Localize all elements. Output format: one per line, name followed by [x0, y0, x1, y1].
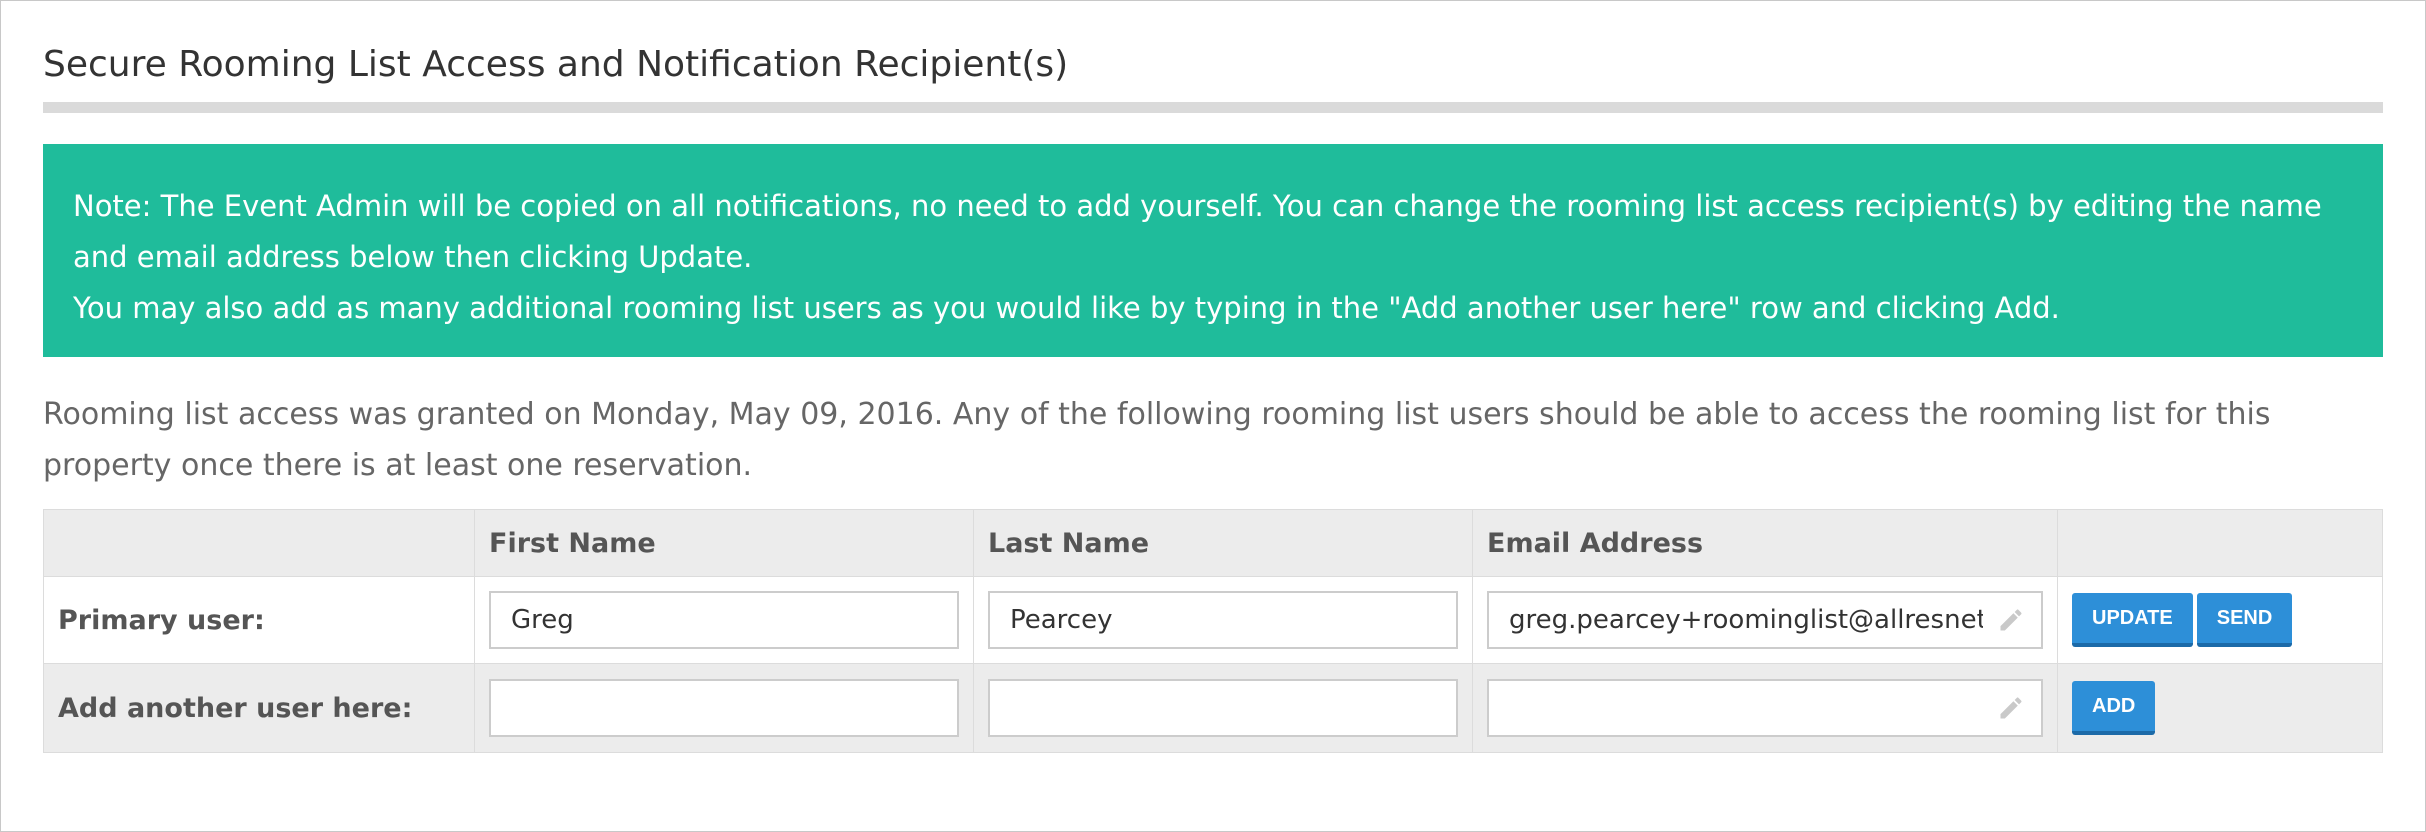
header-email-address: Email Address	[1472, 509, 2058, 577]
add-last-name-input[interactable]	[988, 679, 1458, 737]
header-actions	[2057, 509, 2383, 577]
note-line-1: Note: The Event Admin will be copied on …	[73, 189, 2322, 274]
table-header-row: First Name Last Name Email Address	[43, 509, 2383, 577]
section-title: Secure Rooming List Access and Notificat…	[43, 44, 1069, 85]
primary-email-cell	[1472, 576, 2058, 664]
add-last-name-cell	[973, 663, 1473, 753]
send-button[interactable]: SEND	[2196, 593, 2293, 647]
access-info-text: Rooming list access was granted on Monda…	[43, 397, 2271, 483]
update-button[interactable]: UPDATE	[2072, 593, 2193, 647]
add-email-input[interactable]	[1487, 679, 2043, 737]
primary-last-name-input[interactable]	[988, 591, 1458, 649]
note-banner: Note: The Event Admin will be copied on …	[43, 144, 2383, 357]
header-last-name: Last Name	[973, 509, 1473, 577]
header-label-column	[43, 509, 475, 577]
primary-email-wrapper	[1487, 591, 2043, 649]
add-actions-cell: ADD	[2057, 663, 2383, 753]
add-button[interactable]: ADD	[2072, 681, 2156, 735]
note-line-2: You may also add as many additional room…	[73, 291, 2060, 325]
users-table: First Name Last Name Email Address Prima…	[43, 509, 2383, 753]
add-email-wrapper	[1487, 679, 2043, 737]
add-user-label: Add another user here:	[43, 663, 475, 753]
primary-actions-cell: UPDATE SEND	[2057, 576, 2383, 664]
primary-first-name-input[interactable]	[489, 591, 959, 649]
table-row-primary-user: Primary user: UPDATESEND	[43, 576, 2383, 664]
primary-last-name-cell	[973, 576, 1473, 664]
primary-first-name-cell	[474, 576, 974, 664]
add-first-name-input[interactable]	[489, 679, 959, 737]
title-divider	[43, 102, 2383, 113]
primary-user-label: Primary user:	[43, 576, 475, 664]
table-row-add-user: Add another user here: ADD	[43, 663, 2383, 753]
add-email-cell	[1472, 663, 2058, 753]
primary-email-input[interactable]	[1487, 591, 2043, 649]
recipients-panel: Secure Rooming List Access and Notificat…	[0, 0, 2426, 832]
add-first-name-cell	[474, 663, 974, 753]
header-first-name: First Name	[474, 509, 974, 577]
